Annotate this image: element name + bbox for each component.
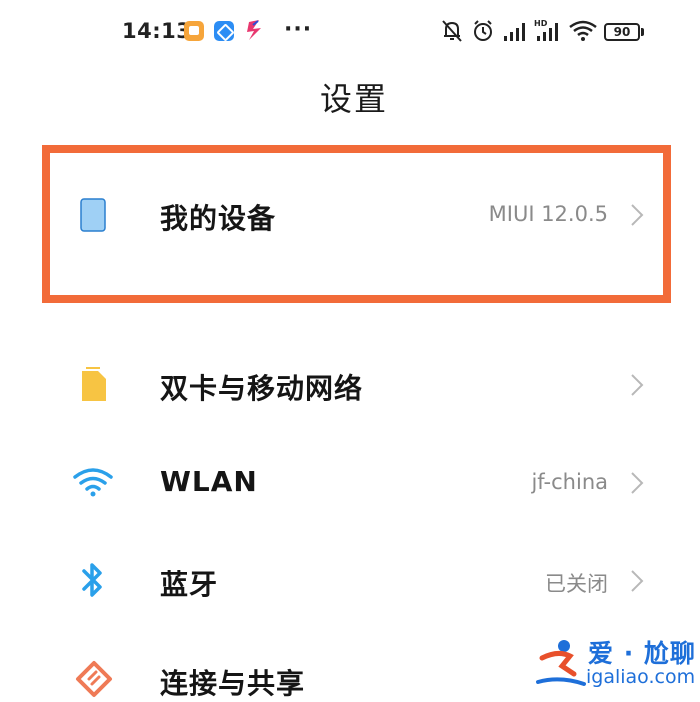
- row-value: MIUI 12.0.5: [488, 202, 608, 226]
- battery-tip: [641, 28, 644, 36]
- sim-card-icon: [82, 367, 106, 401]
- settings-row-my-device[interactable]: 我的设备 MIUI 12.0.5: [0, 175, 700, 255]
- notification-app-icon: [214, 21, 234, 41]
- watermark-title: 爱 · 尬聊: [588, 639, 696, 668]
- row-value: 已关闭: [545, 572, 608, 596]
- status-time: 14:13: [122, 19, 192, 43]
- notification-app-icon: [184, 21, 204, 41]
- device-icon: [80, 198, 106, 232]
- settings-row-wlan[interactable]: WLAN jf-china: [0, 443, 700, 523]
- settings-row-sim-network[interactable]: 双卡与移动网络: [0, 345, 700, 425]
- page-title: 设置: [319, 80, 388, 118]
- row-label: 双卡与移动网络: [160, 372, 364, 405]
- hd-signal-icon: HD: [534, 19, 558, 41]
- watermark: 爱 · 尬聊 igaliao.com: [534, 634, 696, 694]
- notification-app-icon: [247, 20, 261, 40]
- row-label: 我的设备: [160, 202, 277, 235]
- chevron-right-icon: [631, 472, 644, 494]
- settings-row-bluetooth[interactable]: 蓝牙 已关闭: [0, 541, 700, 621]
- wifi-icon: [73, 468, 113, 497]
- chevron-right-icon: [631, 204, 644, 226]
- more-notifications-icon: ···: [284, 17, 313, 42]
- signal-icon: [504, 23, 525, 41]
- row-label: 连接与共享: [160, 667, 306, 700]
- status-bar: 14:13 ··· HD 90: [0, 0, 700, 62]
- alarm-icon: [474, 20, 492, 41]
- chevron-right-icon: [631, 374, 644, 396]
- svg-text:HD: HD: [534, 19, 548, 28]
- chevron-right-icon: [631, 570, 644, 592]
- watermark-url: igaliao.com: [586, 666, 696, 688]
- mute-icon: [442, 20, 462, 42]
- watermark-logo-icon: [536, 640, 586, 686]
- row-label: 蓝牙: [160, 568, 219, 601]
- connection-share-icon: [76, 661, 112, 697]
- wifi-icon: [569, 20, 597, 41]
- row-label: WLAN: [160, 465, 258, 498]
- battery-icon: 90: [604, 23, 640, 41]
- bluetooth-icon: [82, 563, 102, 597]
- row-value: jf-china: [531, 470, 608, 494]
